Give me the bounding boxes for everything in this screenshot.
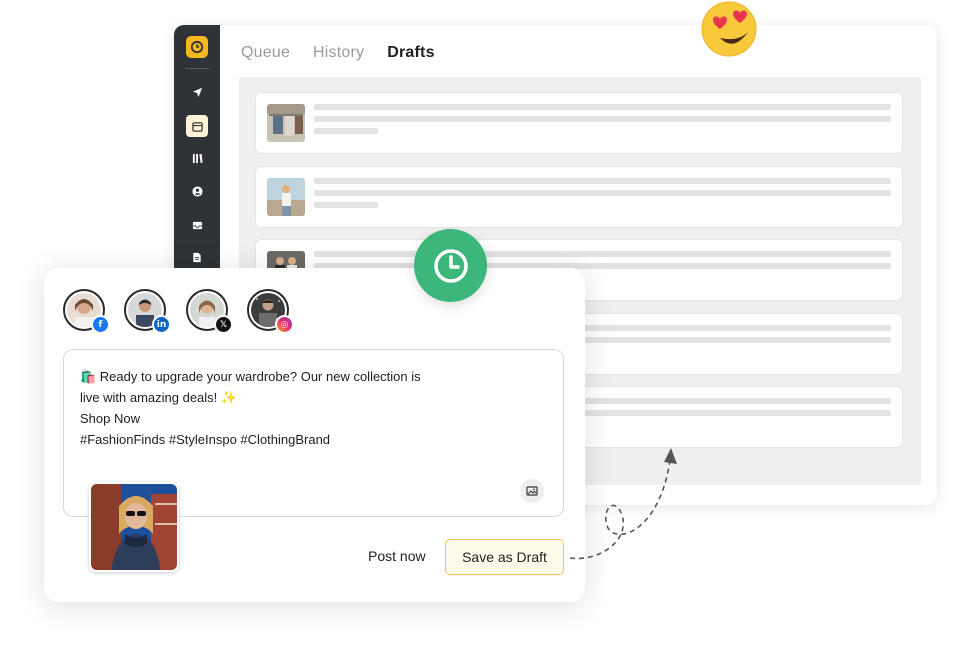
tab-drafts[interactable]: Drafts: [387, 44, 434, 62]
calendar-icon[interactable]: [186, 115, 208, 137]
instagram-icon: ◎: [275, 315, 294, 334]
tab-bar: Queue History Drafts: [241, 44, 435, 62]
draft-row[interactable]: [255, 92, 903, 154]
attached-image[interactable]: [89, 482, 179, 572]
dashed-arrow-icon: [569, 448, 677, 560]
send-icon[interactable]: [186, 81, 208, 103]
heart-eyes-emoji-icon: [701, 1, 757, 57]
clock-icon: [433, 248, 468, 283]
account-avatar-linkedin[interactable]: in: [124, 289, 171, 334]
post-text[interactable]: 🛍️ Ready to upgrade your wardrobe? Our n…: [80, 366, 421, 450]
account-avatar-facebook[interactable]: f: [63, 289, 110, 334]
library-icon[interactable]: [186, 147, 208, 169]
post-line: Shop Now: [80, 411, 140, 426]
placeholder-line: [314, 128, 378, 134]
post-line: 🛍️ Ready to upgrade your wardrobe? Our n…: [80, 369, 421, 384]
clock-badge: [414, 229, 487, 302]
post-composer: f in 𝕏 ◎ 🛍️ Ready to upgrade your wardro…: [44, 268, 585, 602]
app-logo[interactable]: [186, 36, 208, 58]
facebook-icon: f: [91, 315, 110, 334]
account-avatar-x[interactable]: 𝕏: [186, 289, 233, 334]
placeholder-line: [314, 251, 891, 257]
linkedin-icon: in: [152, 315, 171, 334]
document-icon[interactable]: [186, 246, 208, 268]
placeholder-line: [314, 178, 891, 184]
account-avatar-instagram[interactable]: ◎: [247, 289, 294, 334]
placeholder-line: [314, 190, 891, 196]
image-icon: [526, 486, 538, 496]
tab-history[interactable]: History: [313, 44, 364, 62]
post-line: #FashionFinds #StyleInspo #ClothingBrand: [80, 432, 331, 447]
placeholder-line: [314, 202, 378, 208]
tab-queue[interactable]: Queue: [241, 44, 290, 62]
add-media-button[interactable]: [520, 479, 544, 503]
draft-thumbnail: [267, 178, 305, 216]
draft-thumbnail: [267, 104, 305, 142]
inbox-icon[interactable]: [186, 214, 208, 236]
post-line: live with amazing deals! ✨: [80, 390, 238, 405]
user-icon[interactable]: [186, 180, 208, 202]
placeholder-line: [314, 116, 891, 122]
placeholder-line: [314, 104, 891, 110]
draft-row[interactable]: [255, 166, 903, 228]
sidebar-divider: [185, 68, 209, 69]
x-icon: 𝕏: [214, 315, 233, 334]
save-as-draft-button[interactable]: Save as Draft: [445, 539, 564, 575]
post-now-button[interactable]: Post now: [368, 548, 426, 564]
